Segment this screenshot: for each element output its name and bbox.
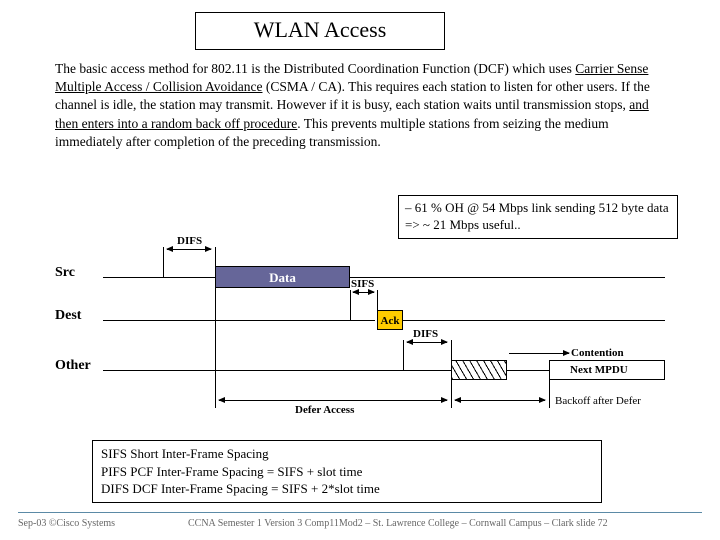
label-next-mpdu: Next MPDU	[570, 364, 628, 376]
src-line-right	[350, 277, 665, 278]
label-backoff: Backoff after Defer	[555, 395, 641, 407]
src-line-gap	[163, 277, 215, 278]
legend-box: SIFS Short Inter-Frame Spacing PIFS PCF …	[92, 440, 602, 503]
label-sifs: SIFS	[351, 278, 374, 290]
label-difs-1: DIFS	[177, 235, 202, 247]
defer-v1	[215, 288, 216, 408]
defer-v2	[451, 380, 452, 408]
src-line-left	[103, 277, 163, 278]
dest-sifs-arrow	[353, 292, 374, 293]
legend-line-3: DIFS DCF Inter-Frame Spacing = SIFS + 2*…	[101, 480, 593, 498]
label-other: Other	[55, 358, 91, 374]
para-text-1: The basic access method for 802.11 is th…	[55, 61, 575, 76]
page-title: WLAN Access	[254, 17, 387, 42]
dest-sifs-v1	[350, 290, 351, 320]
defer-arrow	[219, 400, 447, 401]
contention-window-box	[451, 360, 507, 380]
legend-line-2: PIFS PCF Inter-Frame Spacing = SIFS + sl…	[101, 463, 593, 481]
other-difs-arrow	[407, 342, 447, 343]
cw-arrow	[509, 353, 569, 354]
dest-line-left	[103, 320, 375, 321]
label-difs-2: DIFS	[413, 328, 438, 340]
label-defer: Defer Access	[295, 404, 354, 416]
backoff-arrow	[455, 400, 545, 401]
label-dest: Dest	[55, 308, 81, 324]
other-difs-v1	[403, 340, 404, 370]
overhead-text: – 61 % OH @ 54 Mbps link sending 512 byt…	[405, 200, 669, 232]
other-line-left	[103, 370, 451, 371]
label-src: Src	[55, 265, 75, 281]
overhead-box: – 61 % OH @ 54 Mbps link sending 512 byt…	[398, 195, 678, 239]
backoff-v2	[549, 380, 550, 408]
data-box: Data	[215, 266, 350, 288]
title-box: WLAN Access	[195, 12, 445, 50]
next-mpdu-box: Next MPDU	[549, 360, 665, 380]
footer-right: CCNA Semester 1 Version 3 Comp11Mod2 – S…	[188, 518, 608, 529]
dest-line-right	[403, 320, 665, 321]
legend-line-1: SIFS Short Inter-Frame Spacing	[101, 445, 593, 463]
footer-left: Sep-03 ©Cisco Systems	[18, 518, 115, 529]
other-line-mid	[507, 370, 549, 371]
timing-diagram: Src Dest Other DIFS Data SIFS Ack DIFS C…	[55, 240, 665, 430]
src-difs-arrow	[167, 249, 211, 250]
footer-divider	[18, 512, 702, 513]
body-paragraph: The basic access method for 802.11 is th…	[55, 60, 655, 151]
src-difs-v1	[163, 247, 164, 277]
ack-box: Ack	[377, 310, 403, 330]
